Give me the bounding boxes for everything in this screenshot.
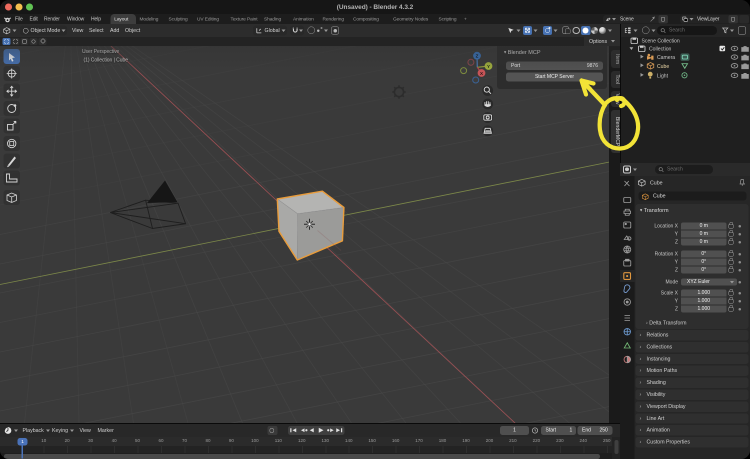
svg-text:Y: Y bbox=[487, 64, 490, 69]
svg-text:Light: Light bbox=[657, 74, 669, 80]
svg-text:Camera: Camera bbox=[657, 55, 675, 61]
svg-text:Collection: Collection bbox=[649, 47, 672, 53]
svg-text:Cube: Cube bbox=[657, 64, 669, 70]
svg-text:Scene Collection: Scene Collection bbox=[642, 39, 680, 45]
svg-text:Z: Z bbox=[476, 54, 479, 59]
svg-text:X: X bbox=[480, 71, 483, 76]
